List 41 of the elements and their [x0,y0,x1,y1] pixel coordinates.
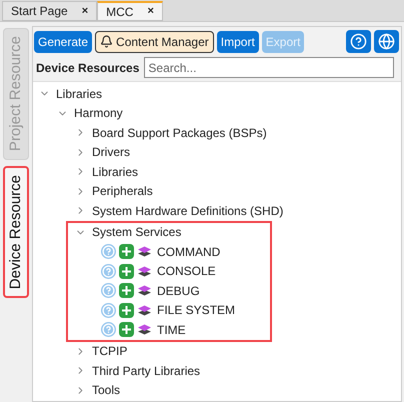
tab-label: MCC [106,4,134,20]
layers-icon [137,246,152,258]
tree-item-label[interactable]: COMMAND [157,242,220,261]
content-manager-button[interactable]: Content Manager [95,30,214,52]
toolbar-button[interactable]: Generate [34,30,92,52]
help-button[interactable] [346,30,371,53]
close-button[interactable]: × [82,2,88,20]
globe-button[interactable] [374,30,399,53]
tree-item-label[interactable]: System Services [92,223,182,242]
side-tab[interactable]: Device Resource [3,166,29,298]
tree-item-label[interactable]: Third Party Libraries [92,362,200,380]
tree-item-label[interactable]: FILE SYSTEM [157,301,236,320]
tree-item-label[interactable]: CONSOLE [157,262,216,280]
search-field[interactable]: Search... [144,57,394,78]
layers-icon [137,324,152,336]
tree-item-label[interactable]: TCPIP [92,342,128,360]
tree-item-label[interactable]: System Hardware Definitions (SHD) [92,202,284,220]
layers-icon [137,266,152,277]
tree-item-label[interactable]: Libraries [56,84,102,103]
add-icon[interactable] [119,244,134,260]
tree-item-label[interactable]: TIME [157,320,186,339]
add-icon[interactable] [119,283,134,298]
tree-item-label[interactable]: Libraries [92,162,138,181]
editor-tab[interactable]: Start Page × [2,1,98,21]
layers-icon [137,304,152,316]
tree-item-label[interactable]: DEBUG [157,282,200,300]
bell-icon [100,35,114,48]
toolbar-button[interactable]: Import [216,30,259,52]
search-label: Device Resources [36,60,140,76]
tree-item-label[interactable]: Board Support Packages (BSPs) [92,124,267,142]
add-icon[interactable] [119,322,134,338]
tab-label: Start Page [11,3,68,20]
editor-tab[interactable]: MCC × [97,1,163,21]
tree-item-label[interactable]: Harmony [74,104,123,122]
layers-icon [137,285,152,296]
tree-item-label[interactable]: Drivers [92,143,130,162]
add-icon[interactable] [119,302,134,318]
tree-item-label[interactable]: Tools [92,381,120,400]
close-button[interactable]: × [147,3,154,20]
add-icon[interactable] [119,264,134,279]
tree-item-label[interactable]: Peripherals [92,182,153,200]
